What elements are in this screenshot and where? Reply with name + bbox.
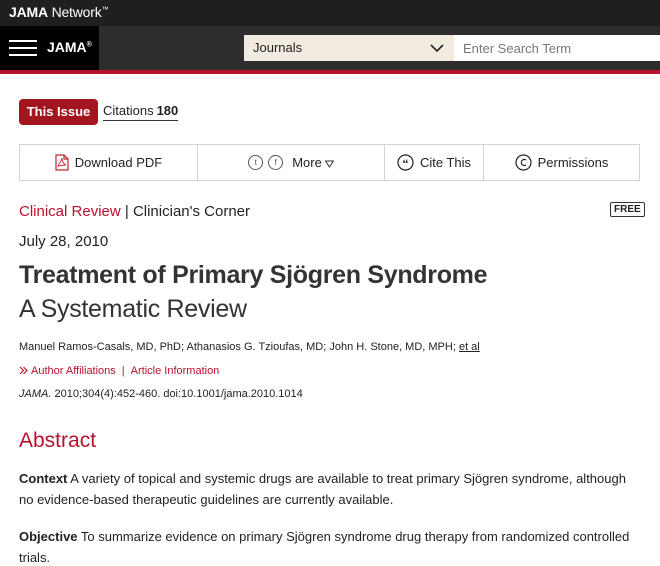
hamburger-icon[interactable] <box>9 40 37 56</box>
more-button[interactable]: More <box>292 155 334 170</box>
facebook-icon[interactable]: f <box>268 155 284 170</box>
article-type-primary[interactable]: Clinical Review <box>19 203 121 220</box>
chevron-right-icon <box>19 366 28 375</box>
journals-dropdown[interactable]: Journals <box>244 35 454 61</box>
article-toolbar: Download PDF t f More “ Cite This Permis… <box>19 144 640 181</box>
author-list: Manuel Ramos-Casals, MD, PhD; Athanasios… <box>19 341 480 353</box>
article-information-link[interactable]: Article Information <box>131 365 220 377</box>
article-subtitle: A Systematic Review <box>19 295 247 323</box>
article-type: Clinical Review | Clinician's Corner <box>19 203 251 220</box>
copyright-icon <box>514 154 532 171</box>
chevron-down-icon <box>430 44 444 53</box>
journals-dropdown-label: Journals <box>253 40 303 55</box>
et-al-link[interactable]: et al <box>459 341 480 353</box>
author-affiliations-link[interactable]: Author Affiliations <box>31 365 116 377</box>
abstract-heading: Abstract <box>19 429 97 452</box>
header-red-rule <box>0 70 660 74</box>
citations-count: 180 <box>156 103 179 118</box>
citation-line: JAMA. 2010;304(4):452-460. doi:10.1001/j… <box>19 388 303 400</box>
cite-this-button[interactable]: “ Cite This <box>385 145 484 180</box>
journal-block: JAMA® <box>0 26 99 70</box>
article-title: Treatment of Primary Sjögren Syndrome <box>19 261 488 289</box>
jama-network-logo[interactable]: JAMA Network™ <box>9 4 109 20</box>
triangle-down-icon <box>324 160 334 168</box>
free-badge: FREE <box>610 202 645 217</box>
citations-link[interactable]: Citations 180 <box>103 103 179 121</box>
jama-logo[interactable]: JAMA® <box>47 39 92 55</box>
download-pdf-button[interactable]: Download PDF <box>20 145 198 180</box>
publication-date: July 28, 2010 <box>19 233 109 250</box>
quote-icon: “ <box>397 154 414 171</box>
cite-this-label: Cite This <box>419 155 472 170</box>
pdf-icon <box>55 154 69 171</box>
abstract-objective: Objective To summarize evidence on prima… <box>19 529 630 565</box>
this-issue-button[interactable]: This Issue <box>19 99 98 125</box>
twitter-icon[interactable]: t <box>248 155 264 170</box>
journal-header: JAMA® Journals <box>0 26 660 70</box>
article-info-links: Author Affiliations | Article Information <box>19 365 219 377</box>
permissions-label: Permissions <box>537 155 609 170</box>
download-pdf-label: Download PDF <box>74 155 163 170</box>
search-input[interactable] <box>454 35 660 61</box>
article-type-secondary: Clinician's Corner <box>132 203 251 220</box>
share-more-cell: t f More <box>198 145 385 180</box>
network-bar: JAMA Network™ <box>0 0 660 26</box>
abstract-context: Context A variety of topical and systemi… <box>19 471 626 507</box>
svg-text:“: “ <box>402 156 408 170</box>
permissions-button[interactable]: Permissions <box>484 145 639 180</box>
